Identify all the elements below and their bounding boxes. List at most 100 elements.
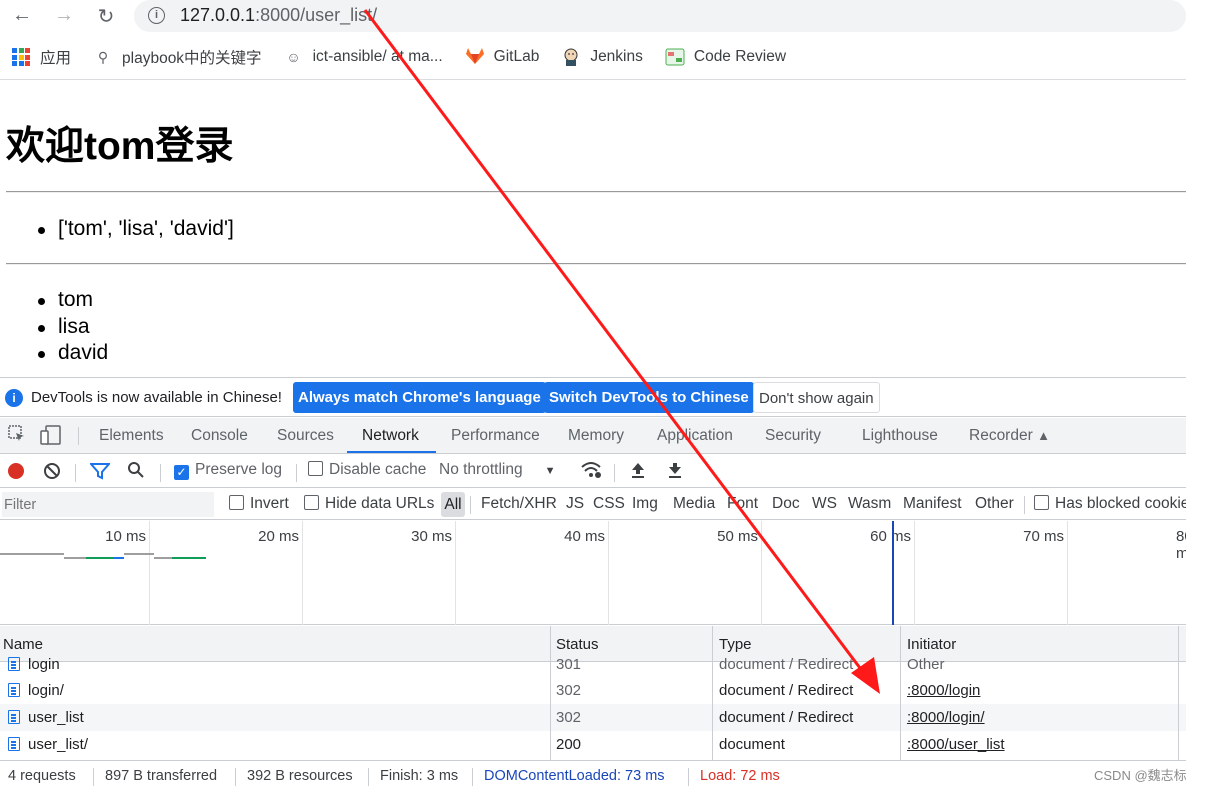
- devtools-tab-bar: Elements Console Sources Network Perform…: [0, 418, 1186, 454]
- checkbox-checked-icon: ✓: [174, 465, 189, 480]
- throttling-value: No throttling: [439, 461, 523, 478]
- site-info-icon[interactable]: i: [148, 7, 165, 24]
- filter-type-doc[interactable]: Doc: [772, 495, 800, 513]
- bookmark-code-review[interactable]: Code Review: [665, 47, 786, 67]
- filter-type-media[interactable]: Media: [673, 495, 715, 513]
- address-bar[interactable]: i 127.0.0.1:8000/user_list/: [134, 0, 1186, 32]
- summary-separator: [688, 768, 689, 786]
- tab-recorder-label: Recorder: [969, 427, 1033, 444]
- filter-input[interactable]: [2, 492, 214, 517]
- tab-application[interactable]: Application: [657, 427, 733, 445]
- jenkins-icon: [561, 47, 581, 67]
- timeline-gridline: [149, 521, 150, 625]
- tab-elements[interactable]: Elements: [99, 427, 164, 445]
- divider: [6, 191, 1186, 193]
- list-item: david: [36, 340, 108, 367]
- back-arrow-icon[interactable]: ←: [10, 4, 34, 27]
- bookmark-jenkins[interactable]: Jenkins: [561, 47, 643, 67]
- download-icon[interactable]: [667, 461, 683, 484]
- timeline-bar: [86, 557, 114, 559]
- column-divider[interactable]: [712, 626, 713, 760]
- summary-separator: [235, 768, 236, 786]
- bookmark-gitlab[interactable]: GitLab: [465, 47, 539, 67]
- network-summary-bar: 4 requests 897 B transferred 392 B resou…: [0, 760, 1186, 790]
- checkbox-unchecked-icon: [308, 461, 323, 476]
- tab-sources[interactable]: Sources: [277, 427, 334, 445]
- hide-data-urls-checkbox[interactable]: Hide data URLs: [304, 495, 434, 513]
- table-row[interactable]: login/ 302 document / Redirect :8000/log…: [0, 677, 1186, 704]
- cell-name: user_list: [8, 709, 84, 726]
- has-blocked-cookies-label: Has blocked cookies: [1055, 495, 1198, 512]
- summary-requests: 4 requests: [8, 768, 76, 784]
- reload-icon[interactable]: ↻: [94, 4, 118, 29]
- filter-type-font[interactable]: Font: [727, 495, 758, 513]
- apps-grid-icon: [12, 48, 30, 66]
- tab-lighthouse[interactable]: Lighthouse: [862, 427, 938, 445]
- column-divider[interactable]: [550, 626, 551, 760]
- cell-type: document: [719, 736, 785, 753]
- timeline-tick: 50 ms: [717, 528, 758, 545]
- disable-cache-checkbox[interactable]: Disable cache: [308, 461, 426, 479]
- always-match-language-button[interactable]: Always match Chrome's language: [293, 382, 546, 413]
- checkbox-unchecked-icon: [304, 495, 319, 510]
- throttling-select[interactable]: No throttling ▼: [439, 461, 555, 479]
- page-margin: [1186, 0, 1208, 790]
- filter-type-js[interactable]: JS: [566, 495, 584, 513]
- upload-icon[interactable]: [630, 461, 646, 484]
- bookmark-label: Code Review: [693, 48, 787, 65]
- filter-funnel-icon[interactable]: [88, 462, 112, 485]
- url-host: 127.0.0.1: [180, 5, 256, 25]
- network-conditions-icon[interactable]: [580, 460, 602, 485]
- cell-initiator-link[interactable]: :8000/user_list: [907, 736, 1005, 753]
- search-icon[interactable]: [127, 461, 145, 484]
- device-toolbar-icon[interactable]: [40, 425, 62, 450]
- cell-initiator-link[interactable]: :8000/login/: [907, 709, 985, 726]
- tab-network[interactable]: Network: [362, 427, 419, 445]
- checkbox-unchecked-icon: [1034, 495, 1049, 510]
- switch-to-chinese-button[interactable]: Switch DevTools to Chinese: [544, 382, 754, 413]
- bookmark-playbook[interactable]: ⚲ playbook中的关键字: [93, 46, 262, 68]
- column-divider[interactable]: [1178, 626, 1179, 760]
- screenshot-root: ← → ↻ i 127.0.0.1:8000/user_list/ 应用 ⚲ p…: [0, 0, 1208, 790]
- web-page-content: 欢迎tom登录 ['tom', 'lisa', 'david'] tom lis…: [0, 81, 1186, 377]
- column-divider[interactable]: [900, 626, 901, 760]
- filter-type-fetch-xhr[interactable]: Fetch/XHR: [481, 495, 557, 513]
- cell-status: 302: [556, 709, 582, 726]
- inspect-element-icon[interactable]: [8, 425, 26, 448]
- devtools-language-infobar: i DevTools is now available in Chinese! …: [0, 377, 1186, 417]
- toolbar-separator: [160, 464, 161, 482]
- table-row[interactable]: user_list 302 document / Redirect :8000/…: [0, 704, 1186, 731]
- tab-console[interactable]: Console: [191, 427, 248, 445]
- bookmark-label: ict-ansible/ at ma...: [312, 48, 443, 65]
- filter-type-all[interactable]: All: [441, 492, 465, 517]
- tab-performance[interactable]: Performance: [451, 427, 540, 445]
- dont-show-again-button[interactable]: Don't show again: [753, 382, 880, 413]
- timeline-tick: 80 ms: [1176, 528, 1186, 562]
- tab-memory[interactable]: Memory: [568, 427, 624, 445]
- forward-arrow-icon[interactable]: →: [52, 4, 76, 27]
- page-heading: 欢迎tom登录: [6, 125, 234, 168]
- preserve-log-checkbox[interactable]: ✓ Preserve log: [174, 461, 282, 480]
- record-icon[interactable]: [8, 463, 24, 484]
- filter-type-wasm[interactable]: Wasm: [848, 495, 891, 513]
- invert-checkbox[interactable]: Invert: [229, 495, 289, 513]
- tab-security[interactable]: Security: [765, 427, 821, 445]
- has-blocked-cookies-checkbox[interactable]: Has blocked cookies: [1034, 495, 1197, 513]
- summary-separator: [472, 768, 473, 786]
- filter-type-css[interactable]: CSS: [593, 495, 625, 513]
- table-row[interactable]: user_list/ 200 document :8000/user_list: [0, 731, 1186, 758]
- cell-initiator-link[interactable]: :8000/login: [907, 682, 980, 699]
- book-icon: ⚲: [97, 49, 109, 65]
- bookmark-apps[interactable]: 应用: [12, 46, 71, 68]
- network-overview-timeline[interactable]: 10 ms 20 ms 30 ms 40 ms 50 ms 60 ms 70 m…: [0, 521, 1186, 625]
- filter-type-img[interactable]: Img: [632, 495, 658, 513]
- filter-type-ws[interactable]: WS: [812, 495, 837, 513]
- tab-recorder[interactable]: Recorder ▲: [969, 427, 1050, 445]
- clear-icon[interactable]: [43, 462, 61, 485]
- timeline-gridline: [761, 521, 762, 625]
- dropdown-caret-icon: ▼: [544, 465, 556, 477]
- filter-type-manifest[interactable]: Manifest: [903, 495, 962, 513]
- url-text[interactable]: 127.0.0.1:8000/user_list/: [180, 5, 377, 26]
- bookmark-ict-ansible[interactable]: ☺ ict-ansible/ at ma...: [284, 47, 443, 67]
- filter-type-other[interactable]: Other: [975, 495, 1014, 513]
